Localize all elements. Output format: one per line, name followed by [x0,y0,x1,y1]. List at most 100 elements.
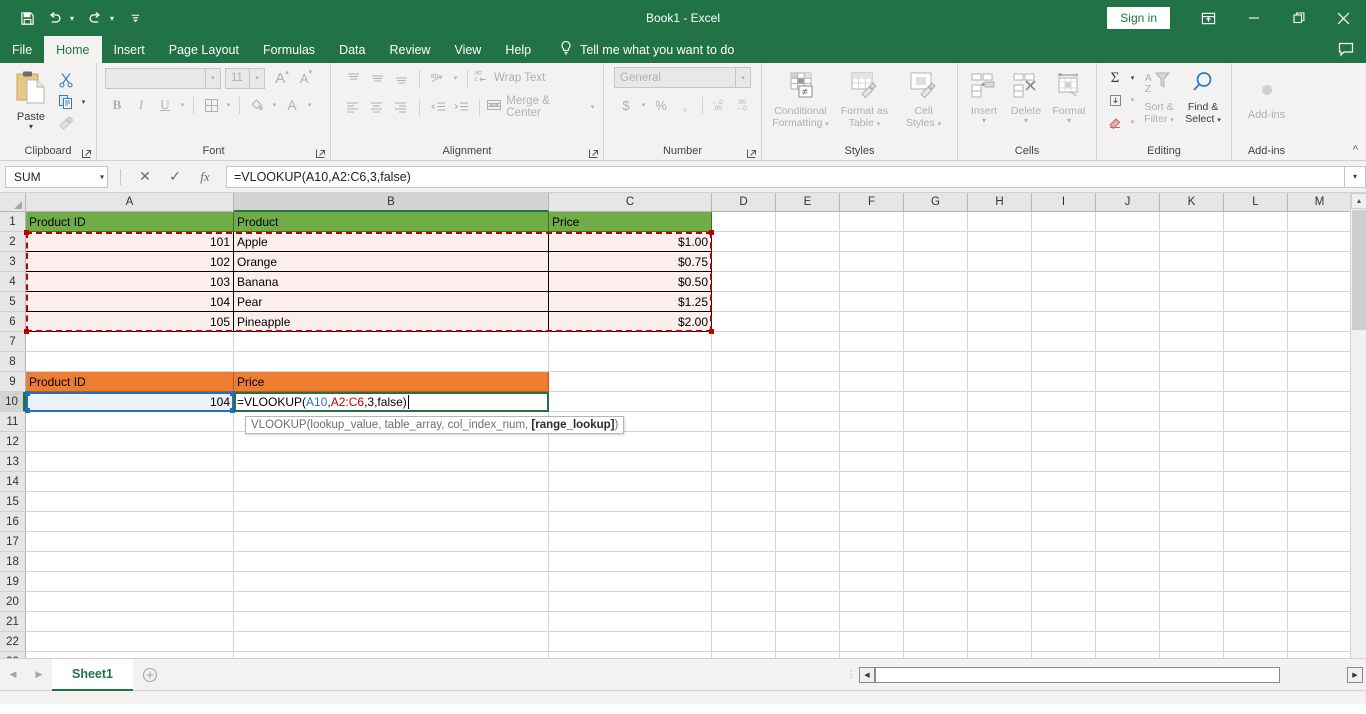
cell-C18[interactable] [549,552,712,572]
fill-color-dropdown-icon[interactable]: ▾ [269,101,280,109]
cell-B6[interactable]: Pineapple [234,312,549,332]
cell-C1[interactable]: Price [549,212,712,232]
cell-C4[interactable]: $0.50 [549,272,712,292]
cell-B23[interactable] [234,652,549,658]
cell-F16[interactable] [840,512,904,532]
cell-H8[interactable] [968,352,1032,372]
row-header-11[interactable]: 11 [0,412,26,432]
cell-D13[interactable] [712,452,776,472]
cell-K7[interactable] [1160,332,1224,352]
cell-F21[interactable] [840,612,904,632]
column-header-c[interactable]: C [549,193,712,212]
cell-H18[interactable] [968,552,1032,572]
cell-C2[interactable]: $1.00 [549,232,712,252]
cell-G6[interactable] [904,312,968,332]
cell-H14[interactable] [968,472,1032,492]
cell-E6[interactable] [776,312,840,332]
cell-B8[interactable] [234,352,549,372]
horizontal-scrollbar[interactable]: ◀ ▶ [859,666,1363,683]
row-header-5[interactable]: 5 [0,292,26,312]
cell-L10[interactable] [1224,392,1288,412]
cell-M19[interactable] [1288,572,1352,592]
cell-F15[interactable] [840,492,904,512]
column-header-b[interactable]: B [234,193,549,212]
insert-cells-dropdown-icon[interactable]: ▾ [982,117,986,125]
cell-K21[interactable] [1160,612,1224,632]
cell-E13[interactable] [776,452,840,472]
cell-I3[interactable] [1032,252,1096,272]
clear-button[interactable] [1103,111,1127,133]
cell-A7[interactable] [26,332,234,352]
align-bottom-button[interactable] [389,67,413,89]
cell-H13[interactable] [968,452,1032,472]
cell-C3[interactable]: $0.75 [549,252,712,272]
row-header-6[interactable]: 6 [0,312,26,332]
cell-C6[interactable]: $2.00 [549,312,712,332]
column-header-a[interactable]: A [26,193,234,212]
alignment-dialog-launcher-icon[interactable] [588,148,599,159]
cell-G3[interactable] [904,252,968,272]
tab-view[interactable]: View [442,36,493,63]
name-box-dropdown-icon[interactable]: ▾ [100,172,104,181]
cell-B7[interactable] [234,332,549,352]
cell-D8[interactable] [712,352,776,372]
cell-H4[interactable] [968,272,1032,292]
cell-F22[interactable] [840,632,904,652]
cell-D22[interactable] [712,632,776,652]
increase-font-size-button[interactable]: A ▴ [270,67,294,89]
fill-dropdown-icon[interactable]: ▾ [1127,96,1138,104]
cell-J13[interactable] [1096,452,1160,472]
cell-F4[interactable] [840,272,904,292]
cell-C9[interactable] [549,372,712,392]
cell-B13[interactable] [234,452,549,472]
cell-H15[interactable] [968,492,1032,512]
format-cells-button[interactable]: Format ▾ [1047,69,1091,125]
cell-E10[interactable] [776,392,840,412]
format-cells-dropdown-icon[interactable]: ▾ [1067,117,1071,125]
cell-M22[interactable] [1288,632,1352,652]
cell-E14[interactable] [776,472,840,492]
cell-G10[interactable] [904,392,968,412]
cell-D3[interactable] [712,252,776,272]
cell-D9[interactable] [712,372,776,392]
cell-L18[interactable] [1224,552,1288,572]
autosum-button[interactable]: Σ [1103,67,1127,89]
row-header-22[interactable]: 22 [0,632,26,652]
cell-K3[interactable] [1160,252,1224,272]
borders-dropdown-icon[interactable]: ▾ [223,101,234,109]
column-header-m[interactable]: M [1288,193,1352,212]
cell-J16[interactable] [1096,512,1160,532]
cell-L21[interactable] [1224,612,1288,632]
undo-icon[interactable] [42,5,68,31]
cell-D19[interactable] [712,572,776,592]
cell-M11[interactable] [1288,412,1352,432]
cell-C23[interactable] [549,652,712,658]
cell-B15[interactable] [234,492,549,512]
cell-B5[interactable]: Pear [234,292,549,312]
cell-E8[interactable] [776,352,840,372]
cell-I14[interactable] [1032,472,1096,492]
cell-B18[interactable] [234,552,549,572]
cell-J3[interactable] [1096,252,1160,272]
cell-B9[interactable]: Price [234,372,549,392]
cell-G11[interactable] [904,412,968,432]
wrap-text-button[interactable]: ab c Wrap Text [474,68,546,88]
cell-C12[interactable] [549,432,712,452]
increase-decimal-button[interactable]: ←.0 .00 [708,94,732,116]
row-header-18[interactable]: 18 [0,552,26,572]
number-dialog-launcher-icon[interactable] [746,148,757,159]
font-color-dropdown-icon[interactable]: ▾ [304,101,315,109]
cell-A4[interactable]: 103 [26,272,234,292]
cell-L1[interactable] [1224,212,1288,232]
cell-I2[interactable] [1032,232,1096,252]
cell-F19[interactable] [840,572,904,592]
cell-A3[interactable]: 102 [26,252,234,272]
bold-button[interactable]: B [105,94,129,116]
cell-H16[interactable] [968,512,1032,532]
cell-E7[interactable] [776,332,840,352]
cell-G18[interactable] [904,552,968,572]
cell-F13[interactable] [840,452,904,472]
cell-J6[interactable] [1096,312,1160,332]
cell-A20[interactable] [26,592,234,612]
cell-I18[interactable] [1032,552,1096,572]
